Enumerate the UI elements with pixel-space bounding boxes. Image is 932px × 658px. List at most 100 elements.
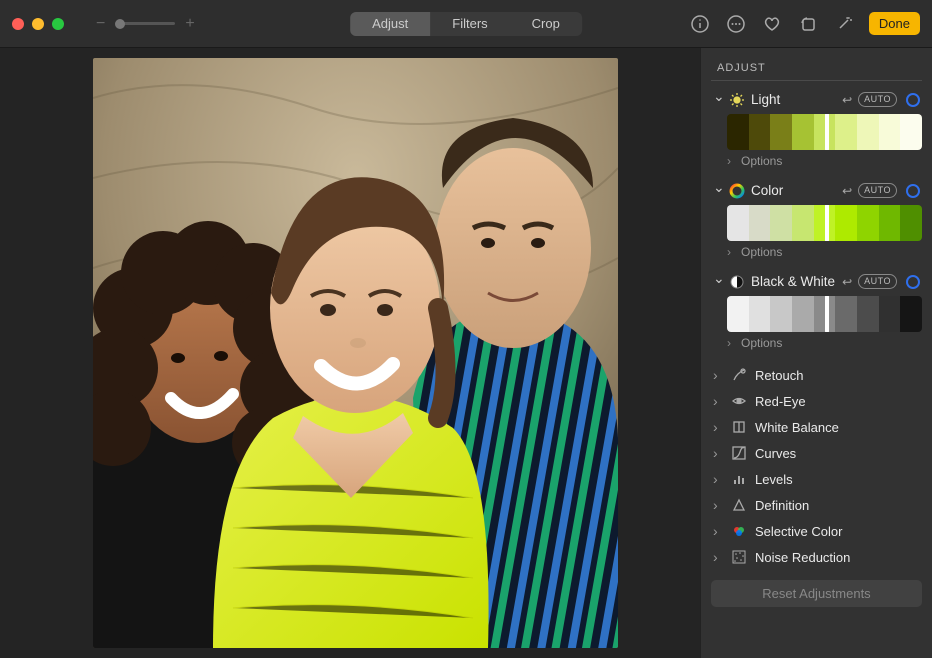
filmstrip-frame (835, 296, 857, 332)
enable-ring[interactable] (906, 93, 920, 107)
zoom-slider[interactable] (115, 22, 175, 25)
tab-adjust[interactable]: Adjust (350, 12, 430, 36)
section-label: Red-Eye (755, 394, 920, 409)
section-light-title: Light (751, 92, 836, 107)
section-color-header[interactable]: Color ↩ AUTO (711, 180, 922, 201)
color-filmstrip[interactable] (727, 205, 922, 241)
section-bw-title: Black & White (751, 274, 836, 289)
chevron-right-icon (727, 336, 735, 350)
rotate-icon[interactable] (797, 13, 819, 35)
light-slider-handle[interactable] (825, 114, 829, 150)
light-icon (729, 92, 745, 108)
fullscreen-window-button[interactable] (52, 18, 64, 30)
section-levels[interactable]: Levels (711, 466, 922, 492)
filmstrip-frame (900, 296, 922, 332)
section-red-eye[interactable]: Red-Eye (711, 388, 922, 414)
chevron-right-icon (713, 471, 723, 487)
chevron-down-icon (713, 273, 723, 290)
enable-ring[interactable] (906, 275, 920, 289)
bw-filmstrip[interactable] (727, 296, 922, 332)
filmstrip-frame (857, 205, 879, 241)
canvas-area (0, 48, 700, 658)
section-bw-header[interactable]: Black & White ↩ AUTO (711, 271, 922, 292)
light-filmstrip[interactable] (727, 114, 922, 150)
enable-ring[interactable] (906, 184, 920, 198)
auto-button[interactable]: AUTO (858, 183, 897, 198)
options-label: Options (741, 336, 782, 350)
undo-icon[interactable]: ↩ (842, 275, 852, 289)
chevron-right-icon (713, 549, 723, 565)
minimize-window-button[interactable] (32, 18, 44, 30)
section-label: White Balance (755, 420, 920, 435)
filmstrip-frame (749, 114, 771, 150)
black-white-icon (729, 274, 745, 290)
divider (711, 80, 922, 81)
section-color-title: Color (751, 183, 836, 198)
levels-icon (731, 471, 747, 487)
section-light-header[interactable]: Light ↩ AUTO (711, 89, 922, 110)
chevron-right-icon (727, 154, 735, 168)
wand-icon[interactable] (833, 13, 855, 35)
edited-photo[interactable] (93, 58, 618, 648)
section-label: Curves (755, 446, 920, 461)
zoom-out-button[interactable]: − (96, 15, 105, 33)
auto-button[interactable]: AUTO (858, 92, 897, 107)
done-button[interactable]: Done (869, 12, 920, 35)
retouch-icon (731, 367, 747, 383)
section-definition[interactable]: Definition (711, 492, 922, 518)
heart-icon[interactable] (761, 13, 783, 35)
titlebar: − + Adjust Filters Crop Done (0, 0, 932, 48)
filmstrip-frame (879, 114, 901, 150)
color-slider-handle[interactable] (825, 205, 829, 241)
filmstrip-frame (900, 205, 922, 241)
selective-color-icon (731, 523, 747, 539)
tab-crop[interactable]: Crop (510, 12, 582, 36)
zoom-in-button[interactable]: + (185, 15, 194, 33)
filmstrip-frame (835, 205, 857, 241)
chevron-right-icon (713, 367, 723, 383)
section-retouch[interactable]: Retouch (711, 362, 922, 388)
chevron-right-icon (713, 497, 723, 513)
filmstrip-frame (727, 114, 749, 150)
filmstrip-frame (792, 296, 814, 332)
tab-filters[interactable]: Filters (430, 12, 509, 36)
section-selective-color[interactable]: Selective Color (711, 518, 922, 544)
filmstrip-frame (749, 205, 771, 241)
curves-icon (731, 445, 747, 461)
bw-options-toggle[interactable]: Options (727, 334, 922, 356)
section-light: Light ↩ AUTO Options (711, 89, 922, 174)
filmstrip-frame (770, 205, 792, 241)
undo-icon[interactable]: ↩ (842, 93, 852, 107)
color-options-toggle[interactable]: Options (727, 243, 922, 265)
close-window-button[interactable] (12, 18, 24, 30)
bw-slider-handle[interactable] (825, 296, 829, 332)
zoom-controls: − + (96, 15, 195, 33)
definition-icon (731, 497, 747, 513)
adjust-sidebar: ADJUST Light ↩ AUTO Options (700, 48, 932, 658)
filmstrip-frame (770, 296, 792, 332)
toolbar-right: Done (689, 12, 920, 35)
section-white-balance[interactable]: White Balance (711, 414, 922, 440)
filmstrip-frame (879, 296, 901, 332)
section-label: Selective Color (755, 524, 920, 539)
options-label: Options (741, 154, 782, 168)
more-icon[interactable] (725, 13, 747, 35)
undo-icon[interactable]: ↩ (842, 184, 852, 198)
chevron-right-icon (713, 445, 723, 461)
chevron-right-icon (713, 393, 723, 409)
section-noise-reduction[interactable]: Noise Reduction (711, 544, 922, 570)
chevron-down-icon (713, 91, 723, 108)
auto-button[interactable]: AUTO (858, 274, 897, 289)
white-balance-icon (731, 419, 747, 435)
info-icon[interactable] (689, 13, 711, 35)
section-curves[interactable]: Curves (711, 440, 922, 466)
reset-adjustments-button[interactable]: Reset Adjustments (711, 580, 922, 607)
light-options-toggle[interactable]: Options (727, 152, 922, 174)
filmstrip-frame (835, 114, 857, 150)
chevron-down-icon (713, 182, 723, 199)
edit-mode-tabs: Adjust Filters Crop (350, 12, 582, 36)
section-bw: Black & White ↩ AUTO Options (711, 271, 922, 356)
section-label: Noise Reduction (755, 550, 920, 565)
filmstrip-frame (857, 296, 879, 332)
zoom-slider-thumb[interactable] (115, 19, 125, 29)
